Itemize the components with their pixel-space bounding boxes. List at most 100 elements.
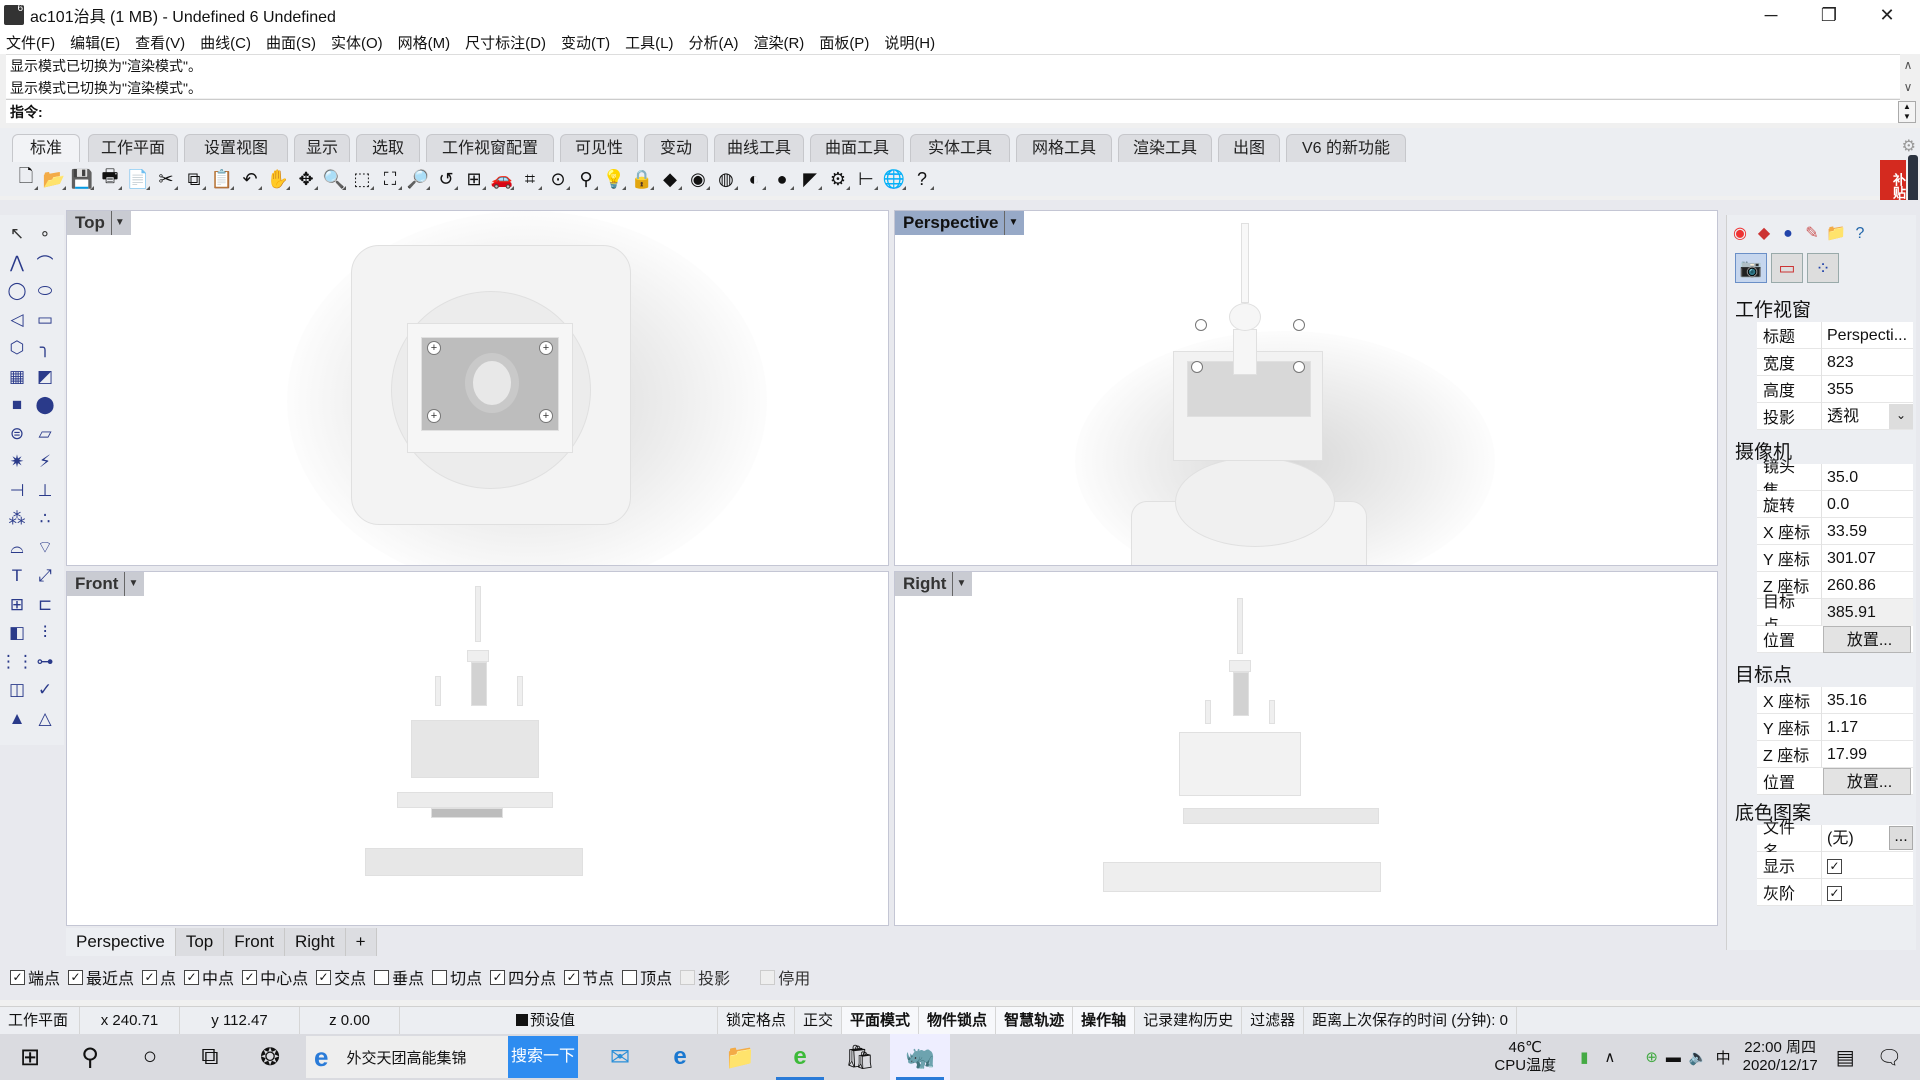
place-button[interactable]: 放置...	[1823, 625, 1911, 653]
clock[interactable]: 22:00 周四 2020/12/17	[1743, 1039, 1818, 1075]
globe-icon[interactable]: 🌐	[880, 166, 908, 192]
osnap-option[interactable]: ✓ 中心点	[242, 965, 308, 989]
property-value[interactable]: 35.0	[1821, 463, 1913, 491]
status-toggle[interactable]: 距离上次保存的时间 (分钟): 0	[1304, 1006, 1517, 1035]
property-value[interactable]: 355	[1821, 375, 1913, 403]
solid-edit-icon[interactable]: ◧	[4, 620, 30, 646]
cortana-icon[interactable]: ○	[120, 1034, 180, 1080]
toolbar-tab[interactable]: 渲染工具	[1118, 134, 1212, 162]
polyline-icon[interactable]: ⋀	[4, 250, 30, 276]
rhino-taskbar-icon[interactable]: 🦏	[890, 1034, 950, 1080]
boolean-spheres-icon[interactable]: ⬤	[32, 392, 58, 418]
burst-icon[interactable]: ⚡	[32, 449, 58, 475]
mirror-icon[interactable]: ◫	[4, 677, 30, 703]
property-value[interactable]: 透视	[1821, 402, 1889, 430]
toolbar-tab[interactable]: 显示	[294, 134, 350, 162]
toolbar-tab[interactable]: 曲面工具	[810, 134, 904, 162]
menu-item[interactable]: 查看(V)	[135, 32, 185, 53]
ime-indicator[interactable]: 中	[1716, 1047, 1731, 1068]
ellipse-icon[interactable]: ⬭	[32, 278, 58, 304]
osnap-checkbox[interactable]: ✓	[142, 969, 158, 985]
offset-curve-icon[interactable]: ⌓	[4, 535, 30, 561]
menu-item[interactable]: 渲染(R)	[753, 32, 804, 53]
surface-pts-icon[interactable]: ▦	[4, 364, 30, 390]
zoom-extents-icon[interactable]: ⛶	[376, 166, 404, 192]
render-sphere-icon[interactable]: ●	[768, 166, 796, 192]
toolbar-tab[interactable]: 设置视图	[184, 134, 288, 162]
cylinder-icon[interactable]: ⊜	[4, 421, 30, 447]
brush-icon[interactable]: ✎	[1801, 223, 1823, 245]
menu-item[interactable]: 说明(H)	[884, 32, 935, 53]
copy-icon[interactable]: ⧉	[180, 166, 208, 192]
spheres-icon[interactable]: ⁘	[1807, 253, 1839, 283]
folder-icon[interactable]: 📁	[1825, 223, 1847, 245]
polygon-icon[interactable]: ⬡	[4, 335, 30, 361]
dimension-linear-icon[interactable]: ⊶	[32, 649, 58, 675]
wireframe-sphere-icon[interactable]: ◍	[712, 166, 740, 192]
scale-icon[interactable]: ⤢	[32, 563, 58, 589]
rectangle-icon[interactable]: ▭	[32, 307, 58, 333]
property-value[interactable]: 260.86	[1821, 571, 1913, 599]
viewport-right[interactable]: Right ▼	[894, 571, 1718, 926]
align-icon[interactable]: ⊏	[32, 592, 58, 618]
toolbar-settings-gear-icon[interactable]: ⚙	[1902, 136, 1916, 156]
grid-array-icon[interactable]: ⋮⋮	[0, 649, 34, 675]
toolbar-tab[interactable]: V6 的新功能	[1286, 134, 1406, 162]
osnap-option[interactable]: ✓ 中点	[184, 965, 234, 989]
layer-status[interactable]: 预设值	[508, 1006, 718, 1035]
cplane-icon[interactable]: ⌗	[516, 166, 544, 192]
box-solid-icon[interactable]: ■	[4, 392, 30, 418]
check-icon[interactable]: ✓	[32, 677, 58, 703]
chevron-down-icon[interactable]: ▼	[110, 211, 125, 235]
arc-icon[interactable]: ◁	[4, 307, 30, 333]
menu-item[interactable]: 曲线(C)	[200, 32, 251, 53]
viewport-label-front[interactable]: Front ▼	[67, 572, 145, 596]
osnap-checkbox[interactable]	[432, 969, 448, 985]
volume-icon[interactable]: 🔈	[1689, 1048, 1708, 1066]
status-toggle[interactable]: 记录建构历史	[1135, 1006, 1243, 1035]
osnap-option[interactable]: ✓ 节点	[564, 965, 614, 989]
car-icon[interactable]: 🚗	[488, 166, 516, 192]
material-ball-icon[interactable]: ●	[1777, 223, 1799, 245]
osnap-checkbox[interactable]	[374, 969, 390, 985]
osnap-checkbox[interactable]: ✓	[68, 969, 84, 985]
cplane-status[interactable]: 工作平面	[0, 1006, 80, 1035]
viewport-top[interactable]: + + + + Top ▼	[66, 210, 889, 566]
layer-icon[interactable]: ◆	[656, 166, 684, 192]
new-file-icon[interactable]: 🗋	[12, 166, 40, 192]
cut-icon[interactable]: ✂	[152, 166, 180, 192]
gumball-icon[interactable]: ⚲	[572, 166, 600, 192]
property-value[interactable]: 301.07	[1821, 544, 1913, 572]
scroll-down-icon[interactable]: ∨	[1898, 76, 1918, 98]
store-icon[interactable]: 🛍	[830, 1034, 890, 1080]
property-checkbox[interactable]: ✓	[1821, 851, 1913, 879]
command-spinner[interactable]: ▲ ▼	[1898, 101, 1916, 123]
osnap-option[interactable]: ✓ 最近点	[68, 965, 134, 989]
toolbar-tab[interactable]: 可见性	[560, 134, 638, 162]
viewport-front[interactable]: Front ▼	[66, 571, 889, 926]
menu-item[interactable]: 面板(P)	[819, 32, 869, 53]
split-icon[interactable]: ⊥	[32, 478, 58, 504]
status-toggle[interactable]: 物件锁点	[919, 1006, 997, 1035]
chevron-down-icon[interactable]: ▼	[952, 572, 966, 596]
search-icon[interactable]: ⚲	[60, 1034, 120, 1080]
help-icon[interactable]: ?	[908, 166, 936, 192]
trim-icon[interactable]: ⊣	[4, 478, 30, 504]
menu-item[interactable]: 实体(O)	[331, 32, 383, 53]
restore-button[interactable]: ❐	[1800, 0, 1858, 30]
viewport-tab[interactable]: Perspective	[66, 928, 176, 956]
rotate-view-icon[interactable]: ✥	[292, 166, 320, 192]
usb-icon[interactable]: ▮	[1580, 1048, 1588, 1066]
toolbar-tab[interactable]: 网格工具	[1016, 134, 1112, 162]
property-value[interactable]: 823	[1821, 348, 1913, 376]
status-toggle[interactable]: 平面模式	[842, 1006, 920, 1035]
circle-icon[interactable]: ◯	[4, 278, 30, 304]
light-bulb-icon[interactable]: 💡	[600, 166, 628, 192]
zoom-dynamic-icon[interactable]: 🔍	[320, 166, 348, 192]
viewport-tab[interactable]: Front	[224, 928, 285, 956]
export-icon[interactable]: 📄	[124, 166, 152, 192]
command-input[interactable]: 指令:	[6, 99, 1900, 123]
toolbar-tab[interactable]: 出图	[1218, 134, 1280, 162]
status-toggle[interactable]: 操作轴	[1073, 1006, 1136, 1035]
shaded-sphere-icon[interactable]: ◐	[740, 166, 768, 192]
